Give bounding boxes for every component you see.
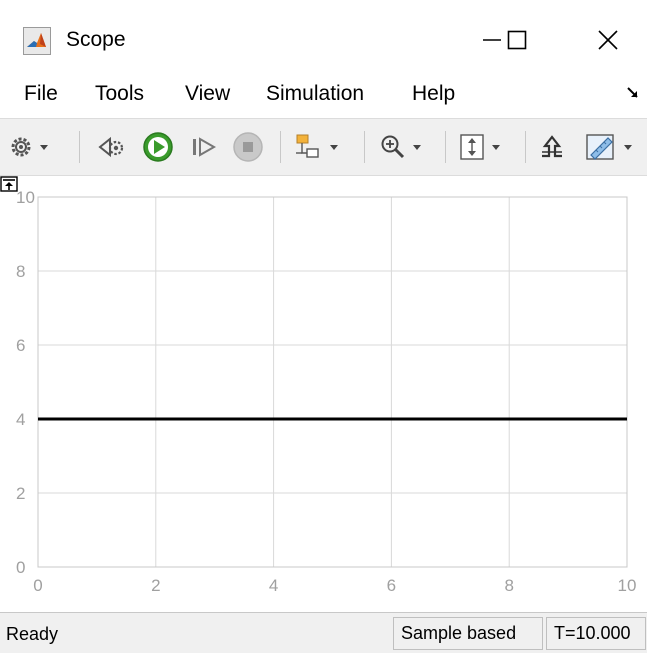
y-tick-label: 2 bbox=[16, 484, 25, 503]
simulation-time-field: T=10.000 bbox=[546, 617, 646, 650]
measurements-button[interactable] bbox=[584, 129, 632, 165]
x-tick-label: 2 bbox=[151, 576, 160, 595]
x-tick-label: 8 bbox=[504, 576, 513, 595]
title-bar: Scope bbox=[0, 0, 647, 78]
sample-mode-field: Sample based bbox=[393, 617, 543, 650]
measurements-icon bbox=[586, 134, 614, 160]
dock-arrow-icon[interactable] bbox=[627, 87, 639, 99]
y-tick-label: 6 bbox=[16, 336, 25, 355]
toolbar-separator bbox=[364, 131, 365, 163]
step-back-button[interactable] bbox=[96, 129, 126, 165]
chevron-down-icon bbox=[492, 144, 500, 150]
stop-icon bbox=[233, 132, 263, 162]
chevron-down-icon bbox=[40, 144, 48, 150]
plot-background bbox=[38, 197, 627, 567]
matlab-icon bbox=[23, 27, 51, 55]
run-button[interactable] bbox=[141, 129, 175, 165]
step-forward-button[interactable] bbox=[190, 129, 218, 165]
status-bar: Ready Sample based T=10.000 bbox=[0, 612, 647, 653]
status-text: Ready bbox=[6, 624, 59, 644]
y-tick-label: 8 bbox=[16, 262, 25, 281]
undock-icon[interactable] bbox=[0, 176, 18, 192]
chevron-down-icon bbox=[330, 144, 338, 150]
menu-bar: File Tools View Simulation Help bbox=[0, 78, 647, 116]
x-tick-label: 6 bbox=[387, 576, 396, 595]
scale-y-axis-icon bbox=[460, 134, 484, 160]
menu-help[interactable]: Help bbox=[412, 82, 455, 106]
chevron-down-icon bbox=[624, 144, 632, 150]
y-tick-label: 0 bbox=[16, 558, 25, 577]
settings-icon bbox=[11, 137, 31, 157]
toolbar-separator bbox=[79, 131, 80, 163]
toolbar-separator bbox=[280, 131, 281, 163]
step-forward-icon bbox=[193, 137, 217, 157]
zoom-in-icon bbox=[381, 135, 405, 159]
y-tick-label: 10 bbox=[16, 188, 35, 207]
close-button[interactable] bbox=[578, 18, 638, 62]
highlight-block-icon bbox=[296, 134, 319, 158]
run-icon bbox=[143, 132, 173, 162]
x-tick-label: 0 bbox=[33, 576, 42, 595]
step-back-icon bbox=[98, 136, 124, 158]
stop-button[interactable] bbox=[232, 129, 264, 165]
toolbar-separator bbox=[445, 131, 446, 163]
toolbar-separator bbox=[525, 131, 526, 163]
scope-plot[interactable]: 0 2 4 6 8 10 0 2 4 6 8 10 bbox=[0, 176, 647, 610]
maximize-button[interactable] bbox=[487, 18, 547, 62]
zoom-button[interactable] bbox=[379, 129, 421, 165]
scope-axes: 0 2 4 6 8 10 0 2 4 6 8 10 bbox=[16, 188, 637, 595]
x-tick-label: 10 bbox=[618, 576, 637, 595]
maximize-icon bbox=[507, 30, 527, 50]
triggers-button[interactable] bbox=[538, 129, 566, 165]
y-tick-label: 4 bbox=[16, 410, 25, 429]
menu-simulation[interactable]: Simulation bbox=[266, 82, 364, 106]
toolbar bbox=[0, 118, 647, 176]
settings-button[interactable] bbox=[8, 129, 48, 165]
x-tick-label: 4 bbox=[269, 576, 278, 595]
highlight-block-button[interactable] bbox=[294, 129, 338, 165]
chevron-down-icon bbox=[413, 144, 421, 150]
triggers-icon bbox=[542, 135, 562, 158]
menu-tools[interactable]: Tools bbox=[95, 82, 144, 106]
scale-axes-button[interactable] bbox=[458, 129, 500, 165]
window-title: Scope bbox=[66, 28, 126, 51]
close-icon bbox=[598, 30, 618, 50]
menu-file[interactable]: File bbox=[24, 82, 58, 106]
menu-view[interactable]: View bbox=[185, 82, 230, 106]
scope-window: Scope File Tools View Simulation Help 0 … bbox=[0, 0, 647, 653]
